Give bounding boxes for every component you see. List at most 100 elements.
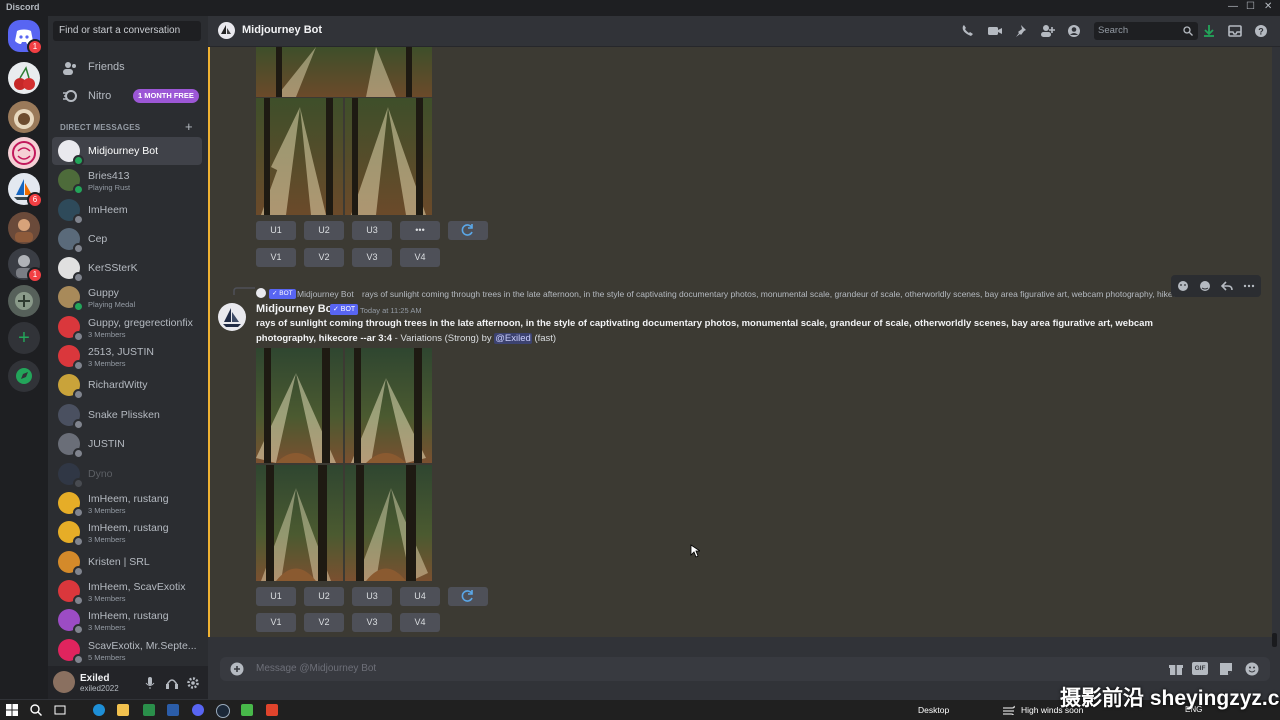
first-variation-button-1[interactable]: V1 <box>256 248 296 267</box>
task-view-icon[interactable] <box>54 704 66 716</box>
server-sailboat-icon[interactable]: 6 <box>8 173 43 208</box>
voice-call-icon[interactable] <box>960 24 974 38</box>
sticker-icon[interactable] <box>1219 662 1233 676</box>
add-friends-to-dm-icon[interactable] <box>1040 24 1055 38</box>
server-photo-icon[interactable] <box>8 212 40 244</box>
dm-item[interactable]: Dyno <box>52 460 202 489</box>
settings-gear-icon[interactable] <box>186 676 200 690</box>
first-variation-button-2[interactable]: V2 <box>304 248 344 267</box>
add-server-icon[interactable]: + <box>8 322 40 354</box>
server-avatar-icon[interactable]: 1 <box>8 248 43 283</box>
headphones-icon[interactable] <box>165 676 179 690</box>
second-variation-button-3[interactable]: V3 <box>352 613 392 632</box>
dm-item[interactable]: Midjourney Bot <box>52 137 202 166</box>
store-app-icon[interactable] <box>143 704 155 716</box>
status-indicator <box>73 184 84 195</box>
steam-icon[interactable] <box>216 704 230 718</box>
second-upscale-button-4[interactable]: U4 <box>400 587 440 606</box>
dm-item[interactable]: Cep <box>52 225 202 254</box>
gift-icon[interactable] <box>1169 662 1183 676</box>
dm-item[interactable]: 2513, JUSTIN 3 Members <box>52 342 202 371</box>
dm-item[interactable]: Snake Plissken <box>52 401 202 430</box>
reply-icon[interactable] <box>1221 280 1233 292</box>
user-avatar[interactable] <box>53 671 75 693</box>
dm-item[interactable]: Guppy Playing Medal <box>52 283 202 312</box>
dm-item[interactable]: ImHeem, ScavExotix 3 Members <box>52 577 202 606</box>
message-author[interactable]: Midjourney Bot <box>256 303 336 315</box>
dm-item[interactable]: Kristen | SRL <box>52 548 202 577</box>
dm-item[interactable]: ImHeem, rustang 3 Members <box>52 489 202 518</box>
nitro-nav-item[interactable]: Nitro 1 MONTH FREE <box>52 84 202 110</box>
server-cherries-icon[interactable] <box>8 62 40 94</box>
search-input[interactable]: Search <box>1094 22 1198 40</box>
green-app-icon[interactable] <box>241 704 253 716</box>
dm-item[interactable]: ImHeem <box>52 196 202 225</box>
dm-item[interactable]: RichardWitty <box>52 371 202 400</box>
dm-item[interactable]: Bries413 Playing Rust <box>52 166 202 195</box>
second-variation-button-4[interactable]: V4 <box>400 613 440 632</box>
chat-scrollbar-thumb[interactable] <box>1272 633 1277 647</box>
help-icon[interactable]: ? <box>1254 24 1268 38</box>
first-upscale-button-2[interactable]: U2 <box>304 221 344 240</box>
user-mention[interactable]: @Exiled <box>494 332 532 344</box>
download-icon[interactable] <box>1202 24 1216 38</box>
file-explorer-icon[interactable] <box>117 704 129 716</box>
user-name: Exiled <box>80 673 110 684</box>
search-icon[interactable] <box>30 704 42 716</box>
dm-item[interactable]: KerSSterK <box>52 254 202 283</box>
edge-browser-icon[interactable] <box>93 704 105 716</box>
first-variation-button-3[interactable]: V3 <box>352 248 392 267</box>
server-coconut-icon[interactable] <box>8 101 40 133</box>
red-app-icon[interactable] <box>266 704 278 716</box>
inbox-icon[interactable] <box>1228 24 1242 38</box>
image-grid-second[interactable] <box>256 348 432 581</box>
reply-author[interactable]: Midjourney Bot <box>297 289 354 299</box>
desktop-toolbar-label[interactable]: Desktop <box>918 705 949 715</box>
create-dm-button[interactable]: + <box>185 119 193 134</box>
server-brain-icon[interactable] <box>8 137 40 169</box>
first-upscale-button-4[interactable]: ••• <box>400 221 440 240</box>
explore-servers-icon[interactable] <box>8 360 40 392</box>
first-variation-button-4[interactable]: V4 <box>400 248 440 267</box>
message-input[interactable]: Message @Midjourney Bot <box>256 663 376 674</box>
photoshop-icon[interactable] <box>167 704 179 716</box>
second-upscale-button-2[interactable]: U2 <box>304 587 344 606</box>
dm-item[interactable]: JUSTIN <box>52 430 202 459</box>
second-variation-button-1[interactable]: V1 <box>256 613 296 632</box>
friends-nav-item[interactable]: Friends <box>52 56 202 82</box>
user-profile-icon[interactable] <box>1067 24 1081 38</box>
dm-item[interactable]: Guppy, gregerectionfix 3 Members <box>52 313 202 342</box>
emoji-icon[interactable] <box>1245 662 1259 676</box>
second-variation-button-2[interactable]: V2 <box>304 613 344 632</box>
add-reaction-icon[interactable] <box>1177 280 1189 292</box>
reply-preview-text[interactable]: rays of sunlight coming through trees in… <box>362 289 1202 299</box>
pinned-messages-icon[interactable] <box>1014 24 1028 38</box>
message-composer: Message @Midjourney Bot GIF <box>220 657 1270 681</box>
dm-item[interactable]: ImHeem, rustang 3 Members <box>52 518 202 547</box>
dm-item[interactable]: ScavExotix, Mr.Septe... 5 Members <box>52 636 202 665</box>
maximize-button[interactable]: ☐ <box>1246 1 1255 12</box>
minimize-button[interactable]: — <box>1228 1 1238 12</box>
server-crew-icon[interactable] <box>8 285 40 317</box>
second-upscale-button-1[interactable]: U1 <box>256 587 296 606</box>
gif-picker-button[interactable]: GIF <box>1192 662 1208 675</box>
wind-weather-icon <box>1003 705 1015 715</box>
dm-item[interactable]: ImHeem, rustang 3 Members <box>52 606 202 635</box>
video-call-icon[interactable] <box>987 24 1003 38</box>
first-upscale-button-1[interactable]: U1 <box>256 221 296 240</box>
discord-taskbar-icon[interactable] <box>192 704 204 716</box>
super-reaction-icon[interactable] <box>1199 280 1211 292</box>
reroll-button-second[interactable] <box>448 587 488 606</box>
upload-plus-icon[interactable] <box>230 662 244 676</box>
windows-start-icon[interactable] <box>6 704 18 716</box>
author-avatar[interactable] <box>218 303 246 331</box>
reroll-button-first[interactable] <box>448 221 488 240</box>
close-button[interactable]: ✕ <box>1264 1 1272 12</box>
image-grid-first[interactable] <box>256 47 432 215</box>
second-upscale-button-3[interactable]: U3 <box>352 587 392 606</box>
microphone-icon[interactable] <box>144 676 156 690</box>
first-upscale-button-3[interactable]: U3 <box>352 221 392 240</box>
find-conversation-input[interactable]: Find or start a conversation <box>53 21 201 41</box>
discord-home-icon[interactable]: 1 <box>8 20 43 55</box>
more-options-icon[interactable] <box>1243 280 1255 292</box>
